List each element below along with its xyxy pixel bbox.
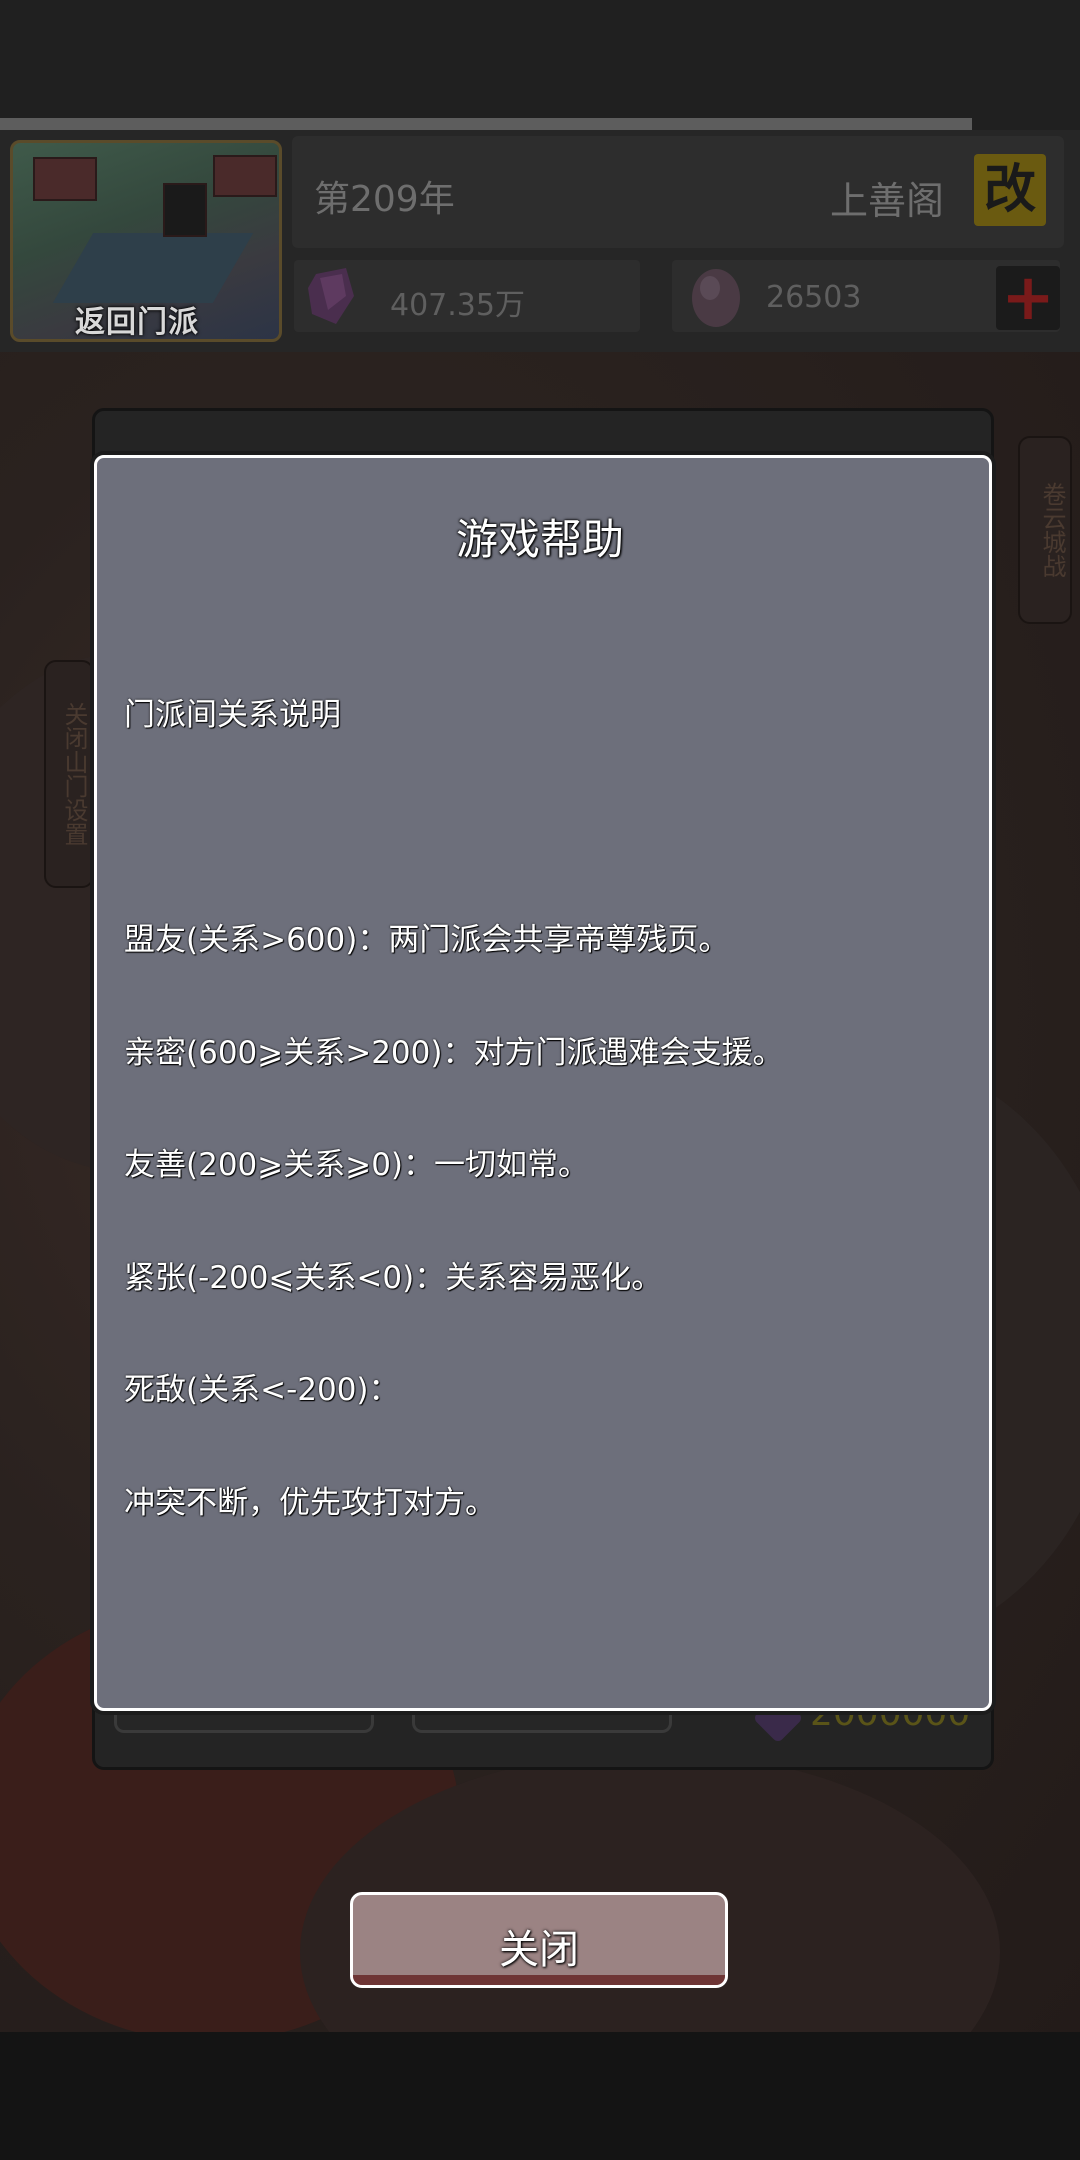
egg-icon	[690, 264, 742, 327]
sect-name: 上善阁	[830, 179, 945, 223]
help-line: 紧张(-200⩽关系<0)：关系容易恶化。	[124, 1259, 663, 1296]
close-button-bar	[353, 1975, 725, 1985]
bottom-bar	[0, 2032, 1080, 2160]
egg-value: 26503	[766, 280, 862, 315]
dialog-title: 游戏帮助	[455, 515, 624, 564]
side-tag-left[interactable]: 关闭山门设置	[44, 660, 94, 888]
year-text: 第209年	[314, 179, 455, 220]
side-tag-right[interactable]: 卷云城战	[1018, 436, 1072, 624]
help-line: 门派间关系说明	[124, 697, 341, 733]
help-line: 盟友(关系>600)：两门派会共享帝尊残页。	[124, 922, 730, 958]
help-line: 冲突不断，优先攻打对方。	[124, 1484, 496, 1521]
help-line	[124, 810, 964, 848]
close-button-label: 关闭	[499, 1927, 579, 1973]
close-button[interactable]: 关闭	[350, 1892, 728, 1988]
return-sect-button[interactable]: 返回门派	[10, 140, 282, 342]
help-text: 门派间关系说明 盟友(关系>600)：两门派会共享帝尊残页。 亲密(600⩾关系…	[124, 622, 964, 1597]
add-resource-button[interactable]: +	[996, 266, 1060, 330]
rename-button[interactable]: 改	[974, 154, 1046, 226]
help-line: 友善(200⩾关系⩾0)：一切如常。	[124, 1147, 590, 1183]
crystal-value: 407.35万	[390, 288, 525, 323]
crystal-icon	[306, 266, 358, 326]
progress-strip	[0, 118, 972, 130]
help-line: 亲密(600⩾关系>200)：对方门派遇难会支援。	[124, 1034, 784, 1071]
return-sect-label: 返回门派	[75, 305, 199, 340]
help-line: 死敌(关系<-200)：	[124, 1372, 400, 1408]
